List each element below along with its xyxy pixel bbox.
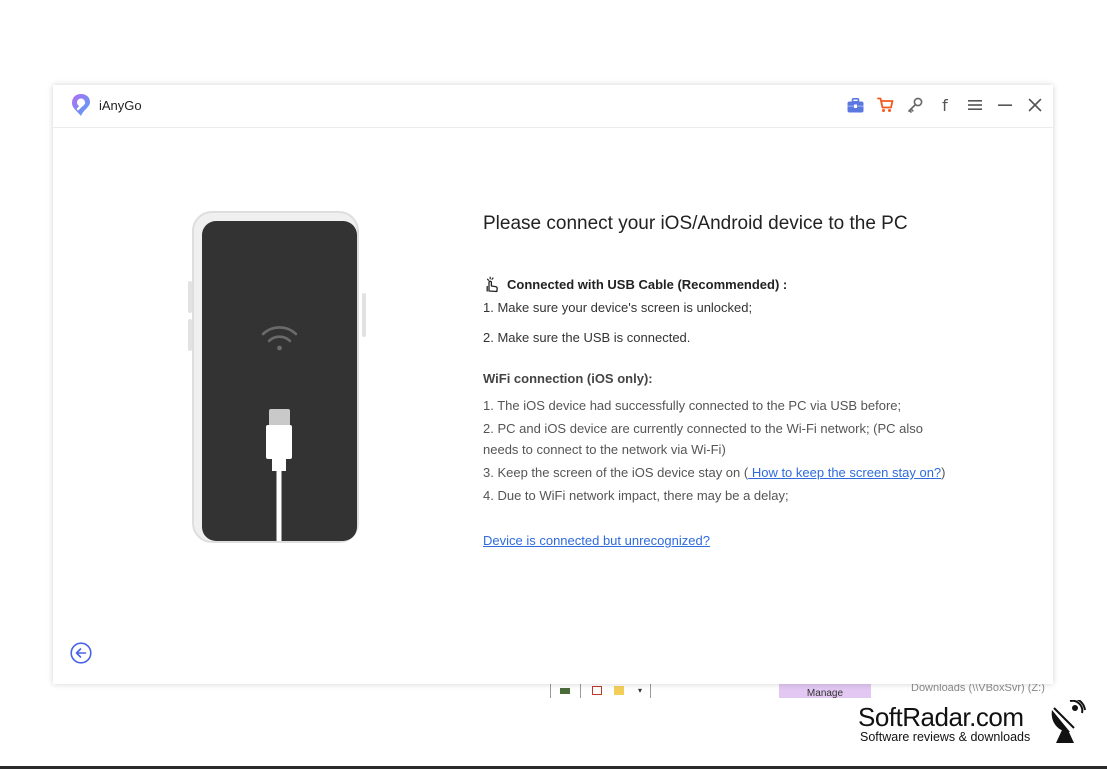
phone-illustration: [188, 211, 366, 546]
title-bar: iAnyGo f: [53, 85, 1053, 128]
usb-step: 1. Make sure your device's screen is unl…: [483, 300, 753, 315]
wifi-step: 2. PC and iOS device are currently conne…: [483, 421, 924, 436]
wifi-step: 3. Keep the screen of the iOS device sta…: [483, 465, 946, 480]
drive-icon: [560, 688, 570, 694]
menu-icon[interactable]: [965, 95, 985, 115]
ianygo-logo-icon: [72, 94, 90, 116]
page-title: Please connect your iOS/Android device t…: [483, 213, 908, 234]
toolbar-separator: [550, 684, 551, 698]
cart-icon[interactable]: [875, 95, 895, 115]
dropdown-icon: ▾: [637, 686, 642, 695]
toolbar-separator: [580, 684, 581, 698]
toolbar-separator: [650, 684, 651, 698]
device-unrecognized-link[interactable]: Device is connected but unrecognized?: [483, 533, 710, 548]
wifi-step-continued: needs to connect to the network via Wi-F…: [483, 442, 726, 457]
usb-section-title: Connected with USB Cable (Recommended) :: [483, 275, 787, 293]
wifi-step-suffix: ): [941, 465, 946, 480]
phone-screen: [202, 221, 357, 541]
folder-icon: [614, 686, 624, 695]
usb-step: 2. Make sure the USB is connected.: [483, 330, 691, 345]
back-button[interactable]: [70, 642, 92, 664]
manage-tab: Manage: [779, 684, 871, 698]
close-icon[interactable]: [1025, 95, 1045, 115]
watermark-subtitle: Software reviews & downloads: [860, 730, 1031, 744]
app-title: iAnyGo: [99, 98, 142, 113]
wifi-section-title: WiFi connection (iOS only):: [483, 371, 653, 386]
minimize-icon[interactable]: [995, 95, 1015, 115]
facebook-icon[interactable]: f: [935, 95, 955, 115]
briefcase-icon[interactable]: [845, 95, 865, 115]
check-icon: [592, 686, 602, 695]
usb-section-label: Connected with USB Cable (Recommended) :: [507, 276, 788, 292]
wifi-step: 4. Due to WiFi network impact, there may…: [483, 488, 789, 503]
tap-hand-icon: [486, 276, 498, 293]
app-window: iAnyGo f Please connect your iOS/Android…: [53, 85, 1053, 684]
watermark-title: SoftRadar.com: [858, 702, 1024, 732]
key-icon[interactable]: [905, 95, 925, 115]
satellite-dish-icon: [1051, 700, 1086, 743]
keep-screen-on-link[interactable]: How to keep the screen stay on?: [748, 465, 941, 480]
softradar-watermark: SoftRadar.com Software reviews & downloa…: [858, 700, 1098, 748]
wifi-icon: [261, 326, 298, 343]
phone-body: [192, 211, 359, 543]
wifi-step: 1. The iOS device had successfully conne…: [483, 398, 902, 413]
phone-power-button: [362, 293, 366, 337]
wifi-step-text: 3. Keep the screen of the iOS device sta…: [483, 465, 749, 480]
usb-cable-graphic: [261, 326, 298, 541]
